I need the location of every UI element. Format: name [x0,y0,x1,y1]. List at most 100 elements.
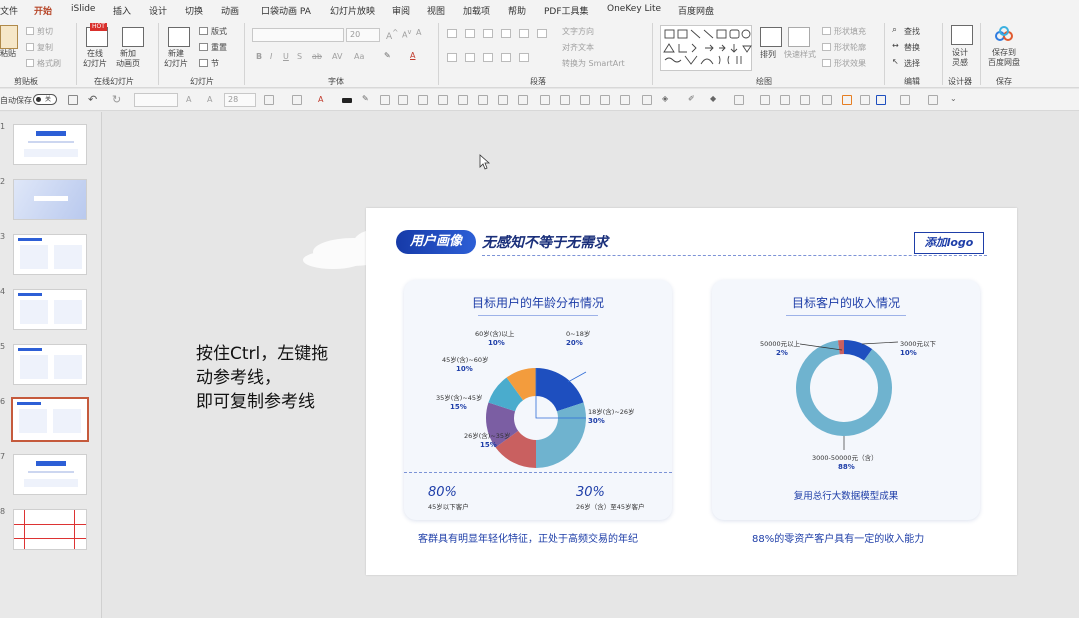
qat-pen-icon[interactable]: ✎ [362,94,369,103]
select-button[interactable]: 选择 [904,58,920,69]
shape-fill-icon[interactable] [822,27,831,35]
char-spacing-icon[interactable]: AV [332,52,342,61]
baidu-cloud-icon[interactable] [994,25,1014,43]
slide-thumbnail[interactable] [13,344,87,385]
logo-placeholder[interactable]: 添加logo [914,232,984,254]
shape-outline-icon[interactable] [822,43,831,51]
menu-tab[interactable]: 视图 [427,4,445,17]
qat-align-left-icon[interactable] [540,95,550,105]
slide-thumbnail[interactable] [13,289,87,330]
qat-font-combo[interactable] [134,93,178,107]
find-icon[interactable]: ⌕ [892,25,897,35]
qat-align-right-icon[interactable] [580,95,590,105]
qat-line-spacing-icon[interactable] [264,95,274,105]
reset-icon[interactable] [199,43,208,51]
menu-tab[interactable]: PDF工具集 [544,4,589,17]
bold-icon[interactable]: B [256,52,262,61]
qat-copy-format-icon[interactable] [760,95,770,105]
shadow-icon[interactable]: S [297,52,302,61]
text-direction-button[interactable]: 文字方向 [562,26,594,37]
shapes-gallery[interactable] [660,25,752,71]
shape-effects-button[interactable]: 形状效果 [834,58,866,69]
qat-rotate-icon[interactable] [842,95,852,105]
new-animation-page-icon[interactable] [122,27,144,47]
qat-align-center-icon[interactable] [560,95,570,105]
qat-crop-icon[interactable] [620,95,630,105]
slide-thumbnail[interactable] [13,179,87,220]
format-painter-icon[interactable] [26,59,34,67]
shape-effects-icon[interactable] [822,59,831,67]
menu-tab[interactable]: 设计 [149,4,167,17]
shape-outline-button[interactable]: 形状轮廓 [834,42,866,53]
qat-align-middle-icon[interactable] [418,95,428,105]
qat-paint-icon[interactable]: ✐ [688,94,695,103]
qat-distribute-v-icon[interactable] [478,95,488,105]
qat-align-icon[interactable] [292,95,302,105]
italic-icon[interactable]: I [270,52,272,61]
cut-button[interactable]: 剪切 [37,26,53,37]
smartart-button[interactable]: 转换为 SmartArt [562,58,625,69]
slide-thumbnail[interactable] [13,509,87,550]
font-size-combo[interactable]: 20 [346,28,380,42]
increase-indent-icon[interactable] [501,29,511,38]
font-color-icon[interactable]: A [410,51,415,60]
menu-tab[interactable]: 审阅 [392,4,410,17]
menu-tab[interactable]: 文件 [0,4,18,17]
design-ideas-icon[interactable] [951,25,973,45]
qat-curve-icon[interactable] [900,95,910,105]
align-left-icon[interactable] [447,53,457,62]
copy-icon[interactable] [26,43,34,51]
align-text-button[interactable]: 对齐文本 [562,42,594,53]
menu-tab[interactable]: 动画 [221,4,239,17]
qat-format-icon[interactable] [642,95,652,105]
qat-columns-icon[interactable] [600,95,610,105]
qat-grow-font-icon[interactable]: A [186,95,191,104]
qat-shadow-icon[interactable] [734,95,744,105]
copy-button[interactable]: 复制 [37,42,53,53]
qat-send-backward-icon[interactable] [800,95,810,105]
qat-crop-tool-icon[interactable] [928,95,938,105]
design-ideas-button[interactable]: 设计 灵感 [952,48,968,68]
online-slides-button[interactable]: 在线 幻灯片 [83,49,107,69]
save-baidu-button[interactable]: 保存到 百度网盘 [988,48,1020,68]
menu-tab[interactable]: 插入 [113,4,131,17]
section-icon[interactable] [199,59,208,67]
shape-fill-button[interactable]: 形状填充 [834,26,866,37]
clear-format-icon[interactable]: A [416,28,421,37]
select-icon[interactable]: ↖ [892,57,899,66]
qat-bring-forward-icon[interactable] [780,95,790,105]
justify-icon[interactable] [501,53,511,62]
qat-table-icon[interactable] [380,95,390,105]
arrange-button[interactable]: 排列 [760,49,776,60]
distributed-icon[interactable] [519,53,529,62]
strikethrough-icon[interactable]: ab [312,52,322,61]
replace-button[interactable]: 替换 [904,42,920,53]
autosave-toggle[interactable]: 关 [33,94,57,105]
columns-icon[interactable] [537,29,547,38]
redo-icon[interactable]: ↻ [112,93,121,106]
align-right-icon[interactable] [483,53,493,62]
undo-icon[interactable]: ↶ [88,93,97,106]
align-center-icon[interactable] [465,53,475,62]
menu-tab[interactable]: 开始 [34,4,53,21]
qat-ungroup-icon[interactable] [518,95,528,105]
replace-icon[interactable]: ↔ [892,41,899,50]
qat-distribute-h-icon[interactable] [458,95,468,105]
slide-thumbnail[interactable] [11,397,89,442]
menu-tab[interactable]: 切换 [185,4,203,17]
font-name-combo[interactable] [252,28,344,42]
grow-font-icon[interactable]: A^ [386,28,398,42]
numbering-icon[interactable] [465,29,475,38]
find-button[interactable]: 查找 [904,26,920,37]
menu-tab[interactable]: 帮助 [508,4,526,17]
qat-underline-bar-icon[interactable] [342,98,352,103]
new-animation-page-button[interactable]: 新加 动画页 [116,49,140,69]
menu-tab[interactable]: OneKey Lite [607,4,661,14]
qat-align-bottom-icon[interactable] [438,95,448,105]
current-slide[interactable]: 用户画像 无感知不等于无需求 添加logo 目标用户的年龄分布情况 0~18岁 2… [366,208,1017,575]
qat-align-top-icon[interactable] [398,95,408,105]
new-slide-icon[interactable] [168,27,190,47]
menu-tab[interactable]: 加载项 [463,4,490,17]
decrease-indent-icon[interactable] [483,29,493,38]
qat-group-icon[interactable] [498,95,508,105]
